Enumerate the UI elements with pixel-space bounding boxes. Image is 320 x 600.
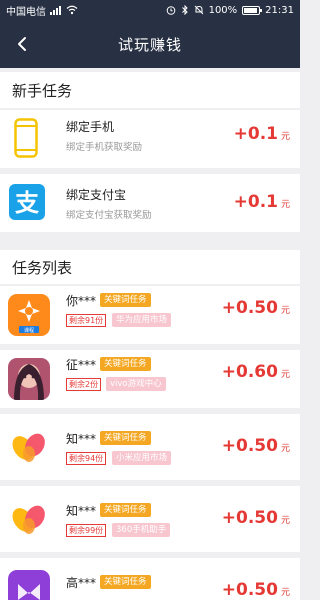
app-icon-zhihu-petals bbox=[8, 498, 50, 540]
task-name: 绑定支付宝 bbox=[66, 188, 127, 202]
page-title: 试玩赚钱 bbox=[117, 35, 182, 54]
task-desc: 绑定手机获取奖励 bbox=[66, 142, 143, 153]
task-list-item[interactable]: 征*** 关键词任务 剩余2份 vivo游戏中心 +0.60 元 bbox=[0, 350, 300, 408]
reward-amount: +0.1 bbox=[233, 124, 278, 144]
task-list-item[interactable]: 高*** 关键词任务 +0.50 元 bbox=[0, 558, 300, 600]
task-bind-alipay[interactable]: 支 绑定支付宝 绑定支付宝获取奖励 +0.1 元 bbox=[0, 174, 300, 232]
reward-unit: 元 bbox=[280, 200, 290, 210]
back-button[interactable] bbox=[12, 34, 32, 54]
app-icon-orange-star: 课程 bbox=[8, 294, 50, 336]
reward-unit: 元 bbox=[280, 516, 290, 526]
task-reward: +0.50 元 bbox=[222, 436, 290, 456]
task-list-item[interactable]: 知*** 关键词任务 剩余99份 360手机助手 +0.50 元 bbox=[0, 486, 300, 552]
task-reward: +0.50 元 bbox=[222, 580, 290, 600]
keyword-task-badge: 关键词任务 bbox=[100, 431, 151, 445]
alipay-icon: 支 bbox=[9, 184, 45, 220]
reward-amount: +0.50 bbox=[221, 580, 278, 600]
keyword-task-badge: 关键词任务 bbox=[100, 575, 151, 589]
task-user: 征*** bbox=[66, 358, 97, 372]
status-bar: 中国电信 100% 21:31 bbox=[0, 0, 300, 20]
app-icon-purple bbox=[8, 570, 50, 600]
reward-amount: +0.60 bbox=[221, 362, 278, 382]
nav-bar: 试玩赚钱 bbox=[0, 20, 300, 68]
remaining-badge: 剩余91份 bbox=[66, 314, 107, 327]
task-name: 绑定手机 bbox=[66, 120, 115, 134]
remaining-badge: 剩余99份 bbox=[66, 524, 107, 537]
market-badge: 华为应用市场 bbox=[112, 313, 172, 327]
chevron-left-icon bbox=[18, 37, 26, 51]
reward-unit: 元 bbox=[280, 132, 290, 142]
task-list-item[interactable]: 课程 你*** 关键词任务 剩余91份 华为应用市场 +0.50 元 bbox=[0, 286, 300, 344]
remaining-badge: 剩余94份 bbox=[66, 452, 107, 465]
reward-amount: +0.1 bbox=[233, 192, 278, 212]
app-icon-game-girl bbox=[8, 358, 50, 400]
wifi-icon bbox=[66, 5, 78, 15]
keyword-task-badge: 关键词任务 bbox=[100, 503, 151, 517]
clock: 21:31 bbox=[265, 4, 294, 16]
battery-icon bbox=[242, 5, 263, 15]
task-desc: 绑定支付宝获取奖励 bbox=[66, 210, 152, 221]
task-reward: +0.1 元 bbox=[234, 192, 290, 212]
task-reward: +0.1 元 bbox=[234, 124, 290, 144]
task-user: 知*** bbox=[66, 432, 97, 446]
phone-icon bbox=[14, 118, 38, 158]
market-badge: 小米应用市场 bbox=[112, 451, 172, 465]
reward-unit: 元 bbox=[280, 370, 290, 380]
keyword-task-badge: 关键词任务 bbox=[100, 357, 151, 371]
task-bind-phone[interactable]: 绑定手机 绑定手机获取奖励 +0.1 元 bbox=[0, 110, 300, 168]
svg-text:支: 支 bbox=[15, 189, 40, 217]
bluetooth-icon bbox=[181, 5, 188, 15]
reward-unit: 元 bbox=[280, 306, 290, 316]
keyword-task-badge: 关键词任务 bbox=[100, 293, 151, 307]
section-header-tasks: 任务列表 bbox=[0, 250, 300, 284]
section-header-newbie: 新手任务 bbox=[0, 72, 300, 108]
task-reward: +0.50 元 bbox=[222, 298, 290, 318]
remaining-badge: 剩余2份 bbox=[66, 378, 102, 391]
reward-unit: 元 bbox=[280, 444, 290, 454]
reward-amount: +0.50 bbox=[221, 436, 278, 456]
svg-text:课程: 课程 bbox=[24, 327, 34, 334]
task-reward: +0.60 元 bbox=[222, 362, 290, 382]
reward-unit: 元 bbox=[280, 588, 290, 598]
mute-icon bbox=[194, 5, 203, 15]
market-badge: vivo游戏中心 bbox=[106, 377, 166, 391]
carrier-label: 中国电信 bbox=[6, 6, 46, 18]
task-list-item[interactable]: 知*** 关键词任务 剩余94份 小米应用市场 +0.50 元 bbox=[0, 414, 300, 480]
market-badge: 360手机助手 bbox=[112, 523, 171, 537]
app-icon-zhihu-petals bbox=[8, 426, 50, 468]
task-user: 你*** bbox=[66, 294, 97, 308]
battery-percent: 100% bbox=[208, 4, 238, 16]
alarm-icon bbox=[166, 6, 175, 15]
reward-amount: +0.50 bbox=[221, 298, 278, 318]
task-reward: +0.50 元 bbox=[222, 508, 290, 528]
signal-icon bbox=[50, 5, 62, 15]
reward-amount: +0.50 bbox=[221, 508, 278, 528]
task-user: 高*** bbox=[66, 576, 97, 590]
task-user: 知*** bbox=[66, 504, 97, 518]
